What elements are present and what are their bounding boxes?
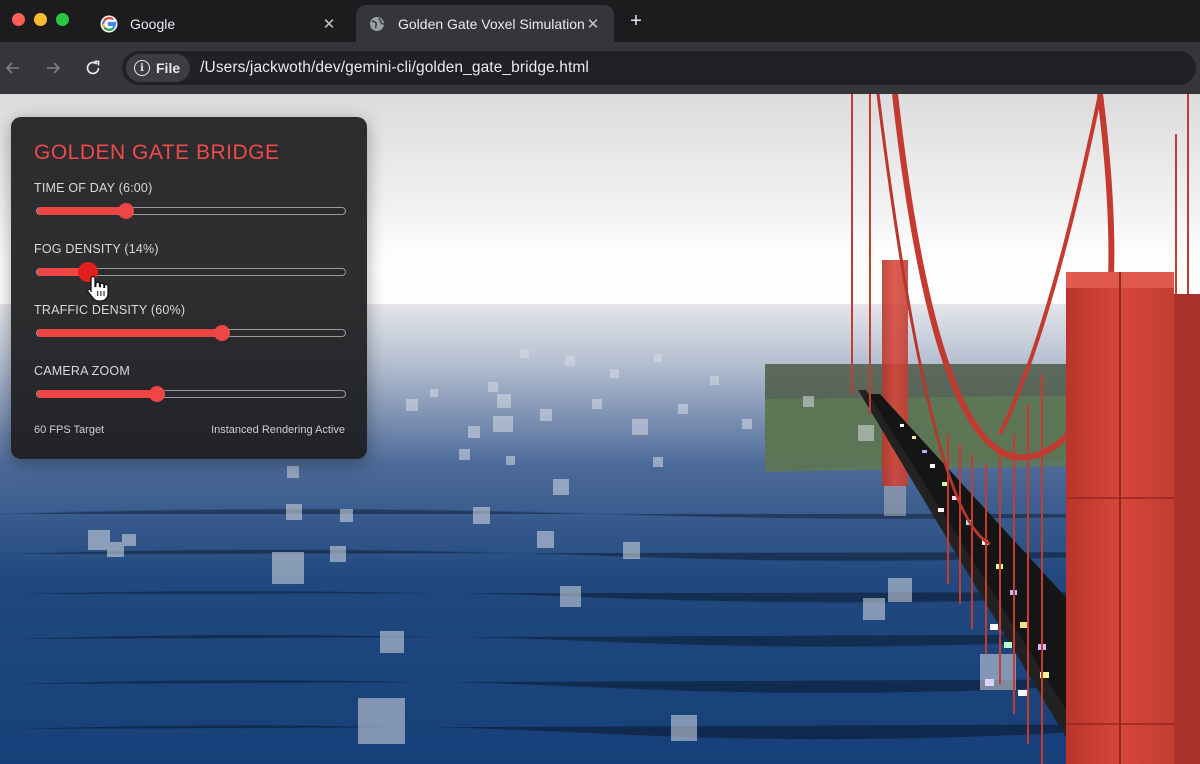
time-of-day-slider[interactable] — [36, 203, 346, 219]
slider-thumb[interactable] — [213, 325, 230, 341]
google-favicon-icon — [100, 15, 118, 33]
slider-fill — [37, 390, 158, 398]
url-text[interactable]: /Users/jackwoth/dev/gemini-cli/golden_ga… — [200, 59, 589, 77]
tab-label: Google — [130, 15, 176, 32]
fog-density-slider[interactable] — [36, 262, 346, 282]
info-icon: i — [134, 60, 150, 76]
panel-title: GOLDEN GATE BRIDGE — [34, 141, 280, 164]
camera-zoom-label: CAMERA ZOOM — [34, 364, 130, 378]
camera-zoom-slider[interactable] — [36, 386, 346, 402]
maximize-window-button[interactable] — [56, 13, 69, 26]
fog-density-label: FOG DENSITY (14%) — [34, 242, 159, 256]
address-bar[interactable]: i File /Users/jackwoth/dev/gemini-cli/go… — [122, 51, 1196, 85]
arrow-left-icon[interactable] — [0, 55, 26, 81]
reload-icon[interactable] — [80, 55, 106, 81]
traffic-density-label: TRAFFIC DENSITY (60%) — [34, 303, 186, 317]
tab-strip: Google ✕ Golden Gate Voxel Simulation ✕ … — [0, 0, 1200, 42]
tab-golden-gate[interactable]: Golden Gate Voxel Simulation ✕ — [356, 5, 614, 42]
browser-toolbar: i File /Users/jackwoth/dev/gemini-cli/go… — [0, 42, 1200, 94]
plus-icon[interactable]: + — [624, 9, 648, 33]
slider-thumb[interactable] — [149, 386, 166, 402]
slider-fill — [37, 329, 222, 337]
close-tab-icon[interactable]: ✕ — [584, 15, 602, 33]
slider-fill — [37, 207, 127, 215]
scheme-label: File — [156, 60, 181, 76]
control-panel: GOLDEN GATE BRIDGE TIME OF DAY (6:00) FO… — [11, 117, 367, 459]
fps-target-text: 60 FPS Target — [34, 424, 105, 436]
globe-icon — [368, 15, 386, 33]
site-info-chip[interactable]: i File — [126, 54, 191, 82]
tab-google[interactable]: Google ✕ — [88, 5, 350, 42]
slider-thumb[interactable] — [118, 203, 135, 219]
minimize-window-button[interactable] — [34, 13, 47, 26]
traffic-density-slider[interactable] — [36, 325, 346, 341]
hand-cursor-icon — [87, 275, 109, 302]
close-window-button[interactable] — [12, 13, 25, 26]
rendering-status-text: Instanced Rendering Active — [211, 424, 345, 436]
time-of-day-label: TIME OF DAY (6:00) — [34, 181, 153, 195]
arrow-right-icon[interactable] — [40, 55, 66, 81]
browser-window: Google ✕ Golden Gate Voxel Simulation ✕ … — [0, 0, 1200, 764]
close-tab-icon[interactable]: ✕ — [320, 15, 338, 33]
tab-label: Golden Gate Voxel Simulation — [398, 15, 584, 32]
